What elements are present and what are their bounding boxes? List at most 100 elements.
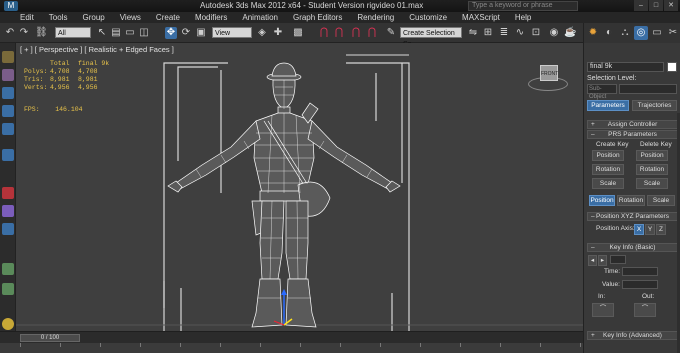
manipulate-icon[interactable]: ✚ bbox=[272, 27, 284, 39]
time-field[interactable] bbox=[622, 267, 658, 276]
spinner-snap-icon[interactable]: ⋂ bbox=[366, 27, 378, 39]
next-key-button[interactable]: ▸ bbox=[598, 255, 607, 266]
select-by-name-icon[interactable]: ▤ bbox=[110, 27, 122, 39]
menu-rendering[interactable]: Rendering bbox=[357, 13, 394, 22]
delete-position-key-button[interactable]: Position bbox=[636, 150, 668, 161]
tool-4-icon[interactable] bbox=[2, 105, 14, 117]
prev-key-button[interactable]: ◂ bbox=[588, 255, 597, 266]
pivot-center-icon[interactable]: ◈ bbox=[256, 27, 268, 39]
key-info-basic-rollout[interactable]: – Key Info (Basic) bbox=[587, 243, 678, 252]
select-and-move-icon[interactable]: ✥ bbox=[165, 27, 177, 39]
modify-tab-icon[interactable]: ◐ bbox=[602, 26, 616, 40]
menu-help[interactable]: Help bbox=[515, 13, 531, 22]
hierarchy-tab-icon[interactable]: ⛬ bbox=[618, 26, 632, 40]
assign-controller-rollout[interactable]: + Assign Controller bbox=[587, 120, 678, 129]
object-name-field[interactable]: final 9k bbox=[587, 62, 664, 72]
menu-views[interactable]: Views bbox=[120, 13, 141, 22]
app-logo-icon[interactable]: M bbox=[4, 1, 18, 11]
display-tab-icon[interactable]: ▭ bbox=[650, 26, 664, 40]
key-info-advanced-rollout[interactable]: + Key Info (Advanced) bbox=[587, 331, 678, 340]
tool-1-icon[interactable] bbox=[2, 51, 14, 63]
tool-7-icon[interactable] bbox=[2, 187, 14, 199]
curve-editor-icon[interactable]: ∿ bbox=[514, 27, 526, 39]
stats-verts-total: 4,956 bbox=[50, 84, 70, 91]
create-position-key-button[interactable]: Position bbox=[592, 150, 624, 161]
menu-maxscript[interactable]: MAXScript bbox=[462, 13, 500, 22]
reference-coordinate-dropdown[interactable]: View bbox=[212, 27, 252, 38]
layer-manager-icon[interactable]: ≣ bbox=[498, 27, 510, 39]
track-bar[interactable] bbox=[0, 343, 583, 353]
axis-y-button[interactable]: Y bbox=[645, 224, 655, 235]
menu-modifiers[interactable]: Modifiers bbox=[195, 13, 227, 22]
mirror-icon[interactable]: ⇋ bbox=[467, 27, 479, 39]
redo-icon[interactable]: ↷ bbox=[18, 27, 30, 39]
minimize-button[interactable]: – bbox=[634, 0, 648, 11]
render-setup-icon[interactable]: ☕ bbox=[564, 27, 576, 39]
parameters-button[interactable]: Parameters bbox=[587, 100, 629, 111]
motion-tab-icon[interactable]: ◎ bbox=[634, 26, 648, 40]
tool-11-icon[interactable] bbox=[2, 283, 14, 295]
align-icon[interactable]: ⊞ bbox=[482, 27, 494, 39]
create-scale-key-button[interactable]: Scale bbox=[592, 178, 624, 189]
key-number-field[interactable] bbox=[610, 255, 626, 264]
select-and-scale-icon[interactable]: ▣ bbox=[195, 27, 207, 39]
trajectories-button[interactable]: Trajectories bbox=[632, 100, 677, 111]
select-and-rotate-icon[interactable]: ⟳ bbox=[180, 27, 192, 39]
edit-named-selections-icon[interactable]: ✎ bbox=[385, 27, 397, 39]
menu-tools[interactable]: Tools bbox=[49, 13, 68, 22]
tool-9-icon[interactable] bbox=[2, 223, 14, 235]
viewcube[interactable]: FRONT bbox=[540, 65, 558, 81]
material-editor-icon[interactable]: ◉ bbox=[548, 27, 560, 39]
create-rotation-key-button[interactable]: Rotation bbox=[592, 164, 624, 175]
position-xyz-rollout[interactable]: – Position XYZ Parameters bbox=[587, 212, 678, 221]
named-selection-dropdown[interactable]: Create Selection Se bbox=[400, 27, 462, 48]
delete-rotation-key-button[interactable]: Rotation bbox=[636, 164, 668, 175]
sub-object-button[interactable]: Sub-Object bbox=[587, 84, 617, 100]
menu-edit[interactable]: Edit bbox=[20, 13, 34, 22]
tool-5-icon[interactable] bbox=[2, 123, 14, 135]
create-tab-icon[interactable]: ✹ bbox=[586, 26, 600, 40]
object-color-swatch[interactable] bbox=[667, 62, 677, 72]
light-bulb-icon[interactable] bbox=[2, 318, 14, 330]
tool-6-icon[interactable] bbox=[2, 149, 14, 161]
tool-10-icon[interactable] bbox=[2, 263, 14, 275]
menu-customize[interactable]: Customize bbox=[409, 13, 447, 22]
tool-8-icon[interactable] bbox=[2, 205, 14, 217]
tool-2-icon[interactable] bbox=[2, 69, 14, 81]
select-and-link-icon[interactable]: ⛓ bbox=[35, 27, 48, 39]
maximize-button[interactable]: □ bbox=[649, 0, 663, 11]
close-button[interactable]: ✕ bbox=[664, 0, 678, 11]
menu-animation[interactable]: Animation bbox=[242, 13, 278, 22]
in-tangent-label: In: bbox=[598, 293, 606, 300]
selection-filter-dropdown[interactable]: All bbox=[55, 27, 91, 38]
position-track-button[interactable]: Position bbox=[589, 195, 615, 206]
value-field[interactable] bbox=[622, 280, 658, 289]
prs-parameters-rollout[interactable]: – PRS Parameters bbox=[587, 130, 678, 139]
rectangular-selection-icon[interactable]: ▭ bbox=[124, 27, 136, 39]
tool-3-icon[interactable] bbox=[2, 87, 14, 99]
out-tangent-type-button[interactable]: ⌒ bbox=[634, 303, 656, 317]
utilities-tab-icon[interactable]: ✂ bbox=[666, 26, 680, 40]
window-crossing-icon[interactable]: ◫ bbox=[138, 27, 150, 39]
sub-object-dropdown[interactable] bbox=[619, 84, 677, 94]
search-input[interactable]: Type a keyword or phrase bbox=[468, 1, 578, 11]
keyboard-shortcut-icon[interactable]: ▩ bbox=[292, 27, 304, 39]
menu-graph-editors[interactable]: Graph Editors bbox=[293, 13, 342, 22]
select-object-icon[interactable]: ↖ bbox=[96, 27, 108, 39]
snap-toggle-icon[interactable]: ⋂ bbox=[318, 27, 330, 39]
axis-x-button[interactable]: X bbox=[634, 224, 644, 235]
delete-scale-key-button[interactable]: Scale bbox=[636, 178, 668, 189]
axis-z-button[interactable]: Z bbox=[656, 224, 666, 235]
time-slider[interactable]: 0 / 100 bbox=[20, 334, 80, 342]
rotation-track-button[interactable]: Rotation bbox=[617, 195, 645, 206]
perspective-viewport[interactable]: [ + ] [ Perspective ] [ Realistic + Edge… bbox=[16, 43, 583, 331]
scale-track-button[interactable]: Scale bbox=[647, 195, 675, 206]
menu-group[interactable]: Group bbox=[82, 13, 104, 22]
viewport-label[interactable]: [ + ] [ Perspective ] [ Realistic + Edge… bbox=[20, 45, 174, 54]
undo-icon[interactable]: ↶ bbox=[4, 27, 16, 39]
menu-create[interactable]: Create bbox=[156, 13, 180, 22]
percent-snap-icon[interactable]: ⋂ bbox=[350, 27, 362, 39]
in-tangent-type-button[interactable]: ⌒ bbox=[592, 303, 614, 317]
angle-snap-icon[interactable]: ⋂ bbox=[333, 27, 345, 39]
schematic-view-icon[interactable]: ⊡ bbox=[530, 27, 542, 39]
